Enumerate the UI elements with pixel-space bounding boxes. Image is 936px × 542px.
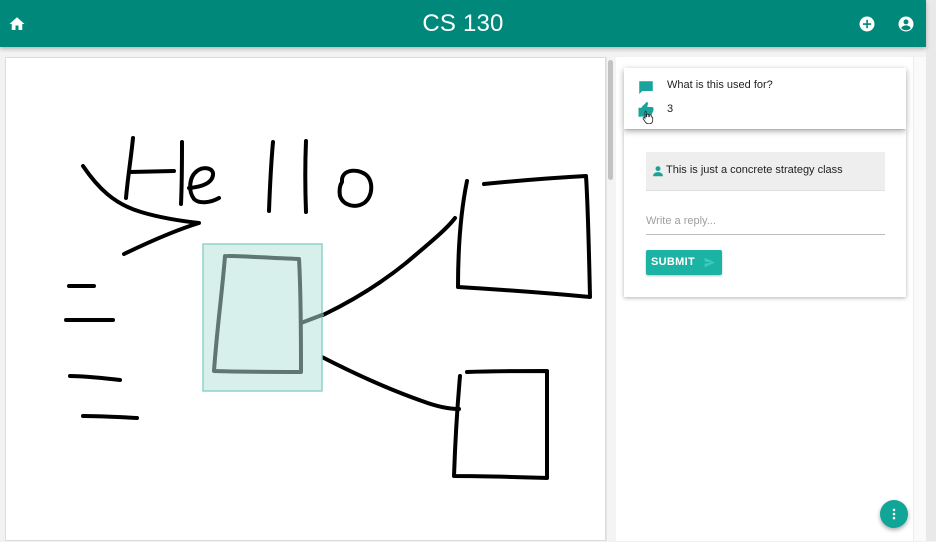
stroke-rect-top	[456, 174, 592, 299]
like-count: 3	[667, 103, 674, 115]
account-circle-icon	[898, 16, 914, 32]
question-card[interactable]: What is this used for? 3	[624, 68, 906, 129]
stroke-letter-h-right	[179, 140, 184, 206]
stroke-letter-l-2	[303, 139, 308, 214]
reply-text: This is just a concrete strategy class	[666, 164, 843, 176]
person-icon	[653, 166, 663, 177]
drawing-canvas[interactable]	[5, 57, 606, 541]
cursor-hand-icon	[642, 110, 654, 124]
stroke-letter-o	[337, 168, 374, 208]
more-vert-icon	[892, 508, 896, 520]
more-options-button[interactable]	[880, 500, 908, 528]
send-icon	[704, 257, 715, 268]
canvas-scrollbar-thumb[interactable]	[608, 60, 613, 180]
account-button[interactable]	[894, 12, 918, 36]
comment-icon	[639, 81, 653, 94]
window-edge	[926, 0, 936, 541]
question-text: What is this used for?	[667, 79, 773, 91]
submit-label: SUBMIT	[651, 256, 695, 268]
home-button[interactable]	[5, 12, 29, 36]
stroke-letter-h-bar	[128, 169, 176, 174]
stroke-rect-bottom	[452, 369, 549, 480]
stroke-connector-top	[321, 216, 457, 317]
stroke-connector-bottom	[318, 354, 461, 411]
selected-shape	[202, 243, 324, 392]
stroke-dash-4	[81, 414, 139, 420]
home-icon	[9, 17, 25, 30]
reply-input[interactable]	[646, 207, 885, 235]
stroke-dash-3	[68, 374, 122, 382]
submit-button[interactable]: SUBMIT	[646, 250, 722, 275]
stroke-letter-h-left	[124, 136, 135, 200]
add-circle-icon	[859, 16, 875, 32]
add-button[interactable]	[855, 12, 879, 36]
whiteboard-drawing	[64, 136, 592, 480]
sidebar-scrollbar[interactable]	[913, 57, 926, 541]
stroke-letter-e	[187, 166, 221, 205]
reply-item: This is just a concrete strategy class	[646, 152, 885, 191]
stroke-letter-l-1	[267, 140, 275, 213]
app-bar: CS 130	[0, 0, 926, 47]
page-title: CS 130	[422, 10, 504, 37]
